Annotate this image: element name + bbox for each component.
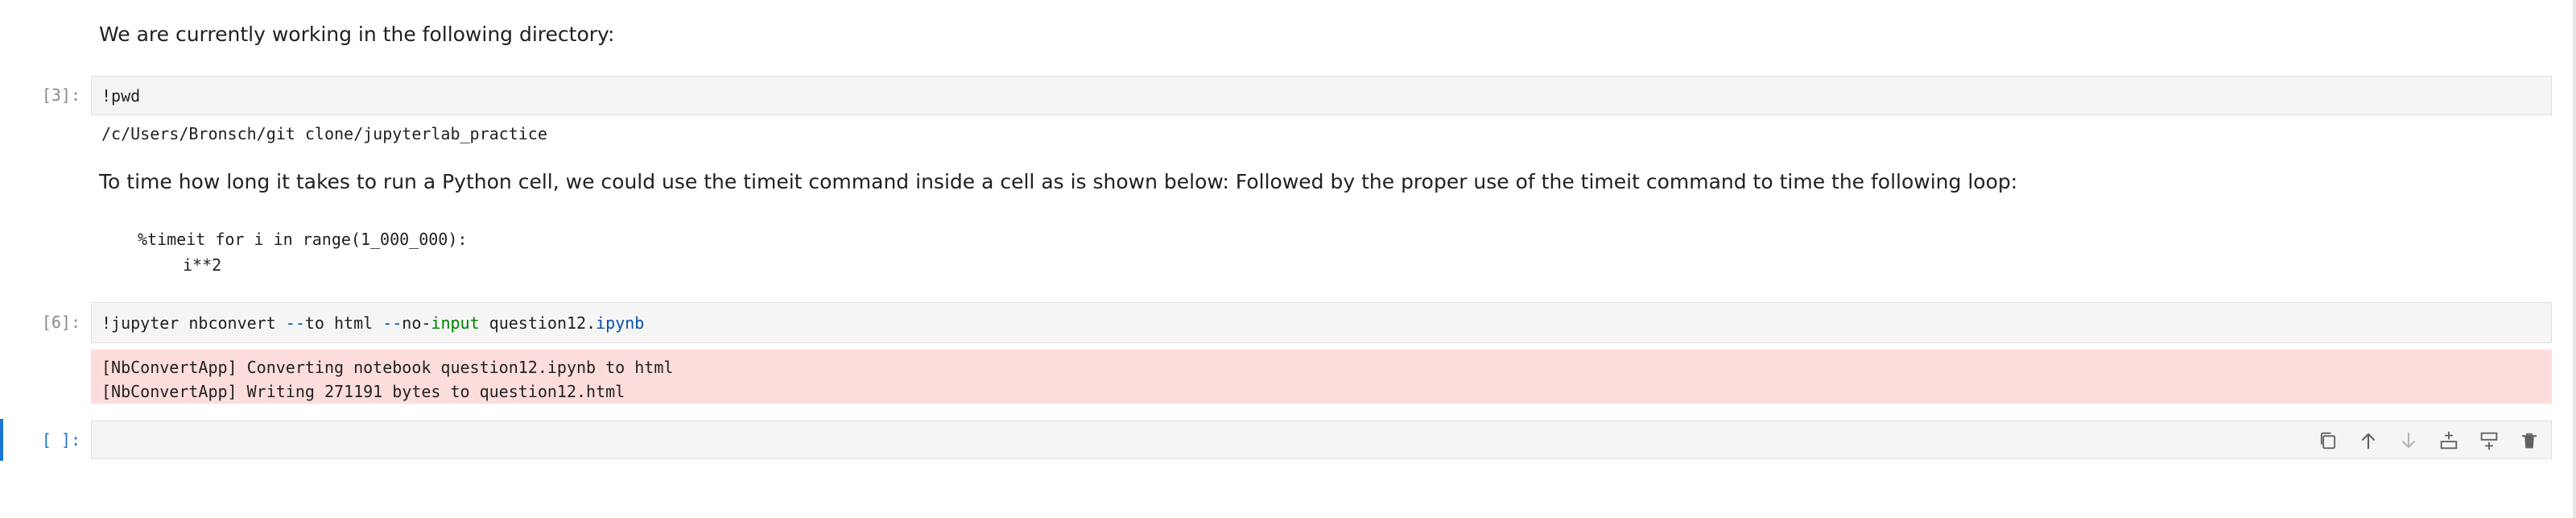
move-cell-down-button[interactable] bbox=[2394, 427, 2423, 454]
code-cell-nbconvert[interactable]: !jupyter nbconvert --to html --no-input … bbox=[91, 302, 2552, 343]
notebook-panel: We are currently working in the followin… bbox=[0, 0, 2576, 518]
code-token-no: no- bbox=[402, 313, 431, 333]
code-cell-pwd[interactable]: !pwd bbox=[91, 76, 2552, 115]
duplicate-cell-button[interactable] bbox=[2314, 427, 2343, 454]
insert-cell-below-button[interactable] bbox=[2475, 427, 2504, 454]
move-cell-up-button[interactable] bbox=[2354, 427, 2383, 454]
cell-prompt-6: [6]: bbox=[41, 313, 80, 332]
insert-cell-above-button[interactable] bbox=[2434, 427, 2463, 454]
code-token-to-html: to html bbox=[304, 313, 383, 333]
code-token-extension: ipynb bbox=[596, 313, 645, 333]
cell-prompt-empty: [ ]: bbox=[41, 430, 80, 450]
markdown-code-line-1: %timeit for i in range(1_000_000): bbox=[138, 230, 468, 249]
code-token-dash-1: -- bbox=[285, 313, 305, 333]
code-token-filename: question12. bbox=[479, 313, 597, 333]
delete-cell-button[interactable] bbox=[2515, 427, 2544, 454]
cell-output-stderr: [NbConvertApp] Converting notebook quest… bbox=[91, 350, 2552, 404]
scrollbar[interactable] bbox=[2573, 0, 2576, 518]
cell-output-pwd: /c/Users/Bronsch/git clone/jupyterlab_pr… bbox=[101, 124, 547, 143]
cell-prompt-3: [3]: bbox=[41, 85, 80, 105]
markdown-cell-timeit-text[interactable]: To time how long it takes to run a Pytho… bbox=[99, 170, 2017, 193]
cell-toolbar bbox=[2302, 427, 2544, 454]
code-token-input: input bbox=[431, 313, 480, 333]
code-cell-empty[interactable] bbox=[91, 421, 2552, 459]
move-up-icon bbox=[2361, 433, 2376, 450]
duplicate-icon bbox=[2320, 432, 2336, 450]
delete-icon bbox=[2521, 433, 2537, 449]
insert-below-icon bbox=[2480, 432, 2498, 450]
code-input-pwd[interactable]: !pwd bbox=[101, 86, 140, 106]
markdown-cell-directory-text[interactable]: We are currently working in the followin… bbox=[99, 23, 614, 46]
stderr-line-1: [NbConvertApp] Converting notebook quest… bbox=[101, 358, 674, 377]
code-token-dash-2: -- bbox=[382, 313, 402, 333]
markdown-code-line-2: i**2 bbox=[183, 255, 222, 275]
move-down-icon bbox=[2401, 432, 2416, 449]
code-input-nbconvert[interactable]: !jupyter nbconvert --to html --no-input … bbox=[101, 313, 644, 333]
code-token-command: !jupyter nbconvert bbox=[101, 313, 286, 333]
stderr-line-2: [NbConvertApp] Writing 271191 bytes to q… bbox=[101, 382, 625, 401]
insert-above-icon bbox=[2440, 431, 2458, 450]
